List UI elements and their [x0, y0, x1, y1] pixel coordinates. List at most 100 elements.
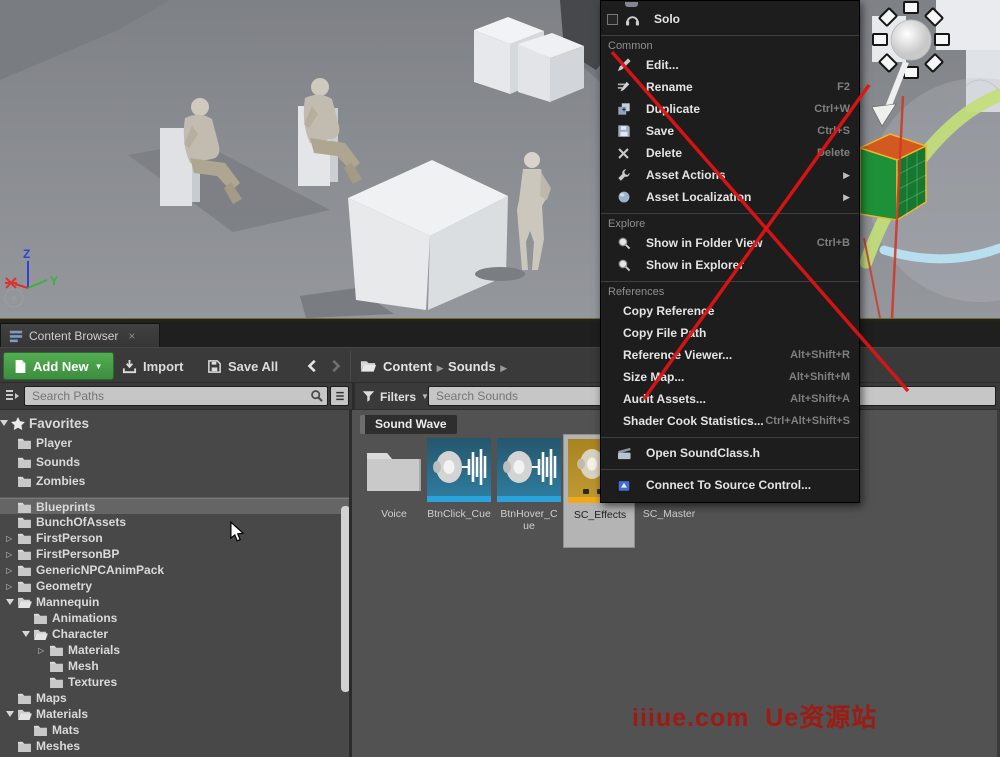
tree-item-mesh[interactable]: Mesh [0, 658, 349, 674]
tree-item-label: Mats [52, 723, 79, 737]
tree-item-genericnpcanimpack[interactable]: ▷GenericNPCAnimPack [0, 562, 349, 578]
collapsed-arrow-icon[interactable]: ▷ [6, 582, 17, 591]
tree-item-player[interactable]: Player [0, 433, 349, 452]
tree-item-materials[interactable]: Materials [0, 706, 349, 722]
asset-tile-voice[interactable]: Voice [362, 438, 426, 520]
tree-item-firstpersonbp[interactable]: ▷FirstPersonBP [0, 546, 349, 562]
asset-type-strip [427, 496, 491, 502]
sun-light-icon[interactable] [873, 2, 949, 78]
menu-shortcut: Ctrl+B [817, 237, 850, 249]
menu-item-edit[interactable]: Edit... [601, 54, 859, 76]
mannequin-standing[interactable] [517, 152, 551, 270]
collapsed-arrow-icon[interactable]: ▷ [38, 646, 49, 655]
menu-item-open-soundclass-h[interactable]: Open SoundClass.h [601, 442, 859, 464]
tree-item-meshes[interactable]: Meshes [0, 738, 349, 754]
breadcrumb-arrow-icon[interactable]: ▶ [432, 363, 448, 373]
asset-tile-btnclick-cue[interactable]: BtnClick_Cue [427, 438, 491, 520]
expanded-arrow-icon[interactable] [0, 420, 8, 426]
tree-item-sounds[interactable]: Sounds [0, 452, 349, 471]
menu-shortcut: Alt+Shift+A [790, 393, 850, 405]
axis-x-star [5, 278, 17, 288]
tree-item-character[interactable]: Character [0, 626, 349, 642]
tree-item-animations[interactable]: Animations [0, 610, 349, 626]
tree-item-firstperson[interactable]: ▷FirstPerson [0, 530, 349, 546]
menu-item-copy-file-path[interactable]: Copy File Path [601, 322, 859, 344]
menu-item-label: Audit Assets... [623, 392, 706, 406]
folder-thumbnail [362, 438, 426, 502]
folder-icon [17, 437, 32, 449]
breadcrumb-sounds[interactable]: Sounds [448, 359, 496, 374]
menu-item-label: Show in Explorer [646, 258, 744, 272]
save-all-button[interactable]: Save All [207, 352, 278, 380]
menu-item-label: Show in Folder View [646, 236, 762, 250]
import-icon [122, 359, 137, 374]
tree-item-mats[interactable]: Mats [0, 722, 349, 738]
menu-item-connect-to-source-control[interactable]: Connect To Source Control... [601, 474, 859, 496]
tree-item-textures[interactable]: Textures [0, 674, 349, 690]
tree-item-label: Materials [68, 643, 120, 657]
menu-item-label: Reference Viewer... [623, 348, 732, 362]
asset-label: SC_Master [637, 508, 701, 520]
menu-item-show-in-explorer[interactable]: Show in Explorer [601, 254, 859, 276]
tree-item-maps[interactable]: Maps [0, 690, 349, 706]
audio-cube-gizmo[interactable] [860, 134, 926, 220]
expanded-arrow-icon[interactable] [6, 711, 14, 717]
menu-item-rename[interactable]: RenameF2 [601, 76, 859, 98]
menu-item-delete[interactable]: DeleteDelete [601, 142, 859, 164]
asset-label: Voice [362, 508, 426, 520]
tree-scrollbar[interactable] [341, 506, 350, 692]
axis-z-label: Z [23, 247, 30, 261]
watermark: iiiue.com Ue资源站 [632, 698, 992, 734]
expanded-arrow-icon[interactable] [6, 599, 14, 605]
tree-item-geometry[interactable]: ▷Geometry [0, 578, 349, 594]
sources-toggle-button[interactable] [3, 386, 21, 406]
search-paths-input[interactable] [24, 386, 328, 406]
tree-item-bunchofassets[interactable]: BunchOfAssets [0, 514, 349, 530]
breadcrumb-content[interactable]: Content [383, 359, 432, 374]
collapsed-arrow-icon[interactable]: ▷ [6, 534, 17, 543]
menu-item-show-in-folder-view[interactable]: Show in Folder View Ctrl+B [601, 232, 859, 254]
forward-button[interactable] [328, 352, 342, 380]
folder-icon [17, 456, 32, 468]
tree-item-materials[interactable]: ▷ Materials [0, 642, 349, 658]
menu-item-label: Open SoundClass.h [646, 446, 760, 460]
filters-button[interactable]: Filters ▼ [362, 383, 429, 410]
tree-item-favorites[interactable]: Favorites [0, 410, 349, 433]
menu-item-solo[interactable]: Solo [601, 8, 859, 30]
folder-tree: Favorites Player SoundsZombies BlueprintsBu… [0, 410, 352, 757]
menu-item-asset-actions[interactable]: Asset Actions▶ [601, 164, 859, 186]
menu-shortcut: Alt+Shift+R [790, 349, 850, 361]
add-new-button[interactable]: Add New ▼ [3, 352, 114, 380]
menu-shortcut: Alt+Shift+M [789, 371, 850, 383]
tree-item-mannequin[interactable]: Mannequin [0, 594, 349, 610]
menu-item-asset-localization[interactable]: Asset Localization▶ [601, 186, 859, 208]
tab-close-icon[interactable]: × [128, 329, 135, 343]
breadcrumb-arrow-icon[interactable]: ▶ [496, 363, 509, 373]
tree-item-blueprints[interactable]: Blueprints [0, 498, 349, 514]
menu-item-audit-assets[interactable]: Audit Assets... Alt+Shift+A [601, 388, 859, 410]
menu-item-reference-viewer[interactable]: Reference Viewer... Alt+Shift+R [601, 344, 859, 366]
filter-tag-sound-wave[interactable]: Sound Wave [360, 415, 457, 434]
tree-item-label: Player [36, 436, 72, 450]
collapsed-arrow-icon[interactable]: ▷ [6, 550, 17, 559]
tree-item-label: Character [52, 627, 108, 641]
tree-item-zombies[interactable]: Zombies [0, 471, 349, 490]
tab-content-browser[interactable]: Content Browser × [0, 323, 160, 347]
menu-section-references: References [601, 281, 859, 300]
folder-icon [17, 501, 32, 513]
import-button[interactable]: Import [122, 352, 183, 380]
expanded-arrow-icon[interactable] [22, 631, 30, 637]
view-options-button[interactable] [330, 386, 349, 406]
menu-item-shader-cook-statistics[interactable]: Shader Cook Statistics...Ctrl+Alt+Shift+… [601, 410, 859, 432]
asset-tile-btnhover-cue[interactable]: BtnHover_Cue [497, 438, 561, 532]
solo-checkbox[interactable] [607, 14, 618, 25]
submenu-arrow-icon: ▶ [843, 170, 850, 181]
collapsed-arrow-icon[interactable]: ▷ [6, 566, 17, 575]
menu-item-duplicate[interactable]: DuplicateCtrl+W [601, 98, 859, 120]
menu-item-save[interactable]: SaveCtrl+S [601, 120, 859, 142]
menu-separator [601, 437, 859, 438]
menu-item-copy-reference[interactable]: Copy Reference [601, 300, 859, 322]
back-button[interactable] [306, 352, 320, 380]
menu-item-size-map[interactable]: Size Map...Alt+Shift+M [601, 366, 859, 388]
big-cube[interactable] [348, 160, 508, 310]
